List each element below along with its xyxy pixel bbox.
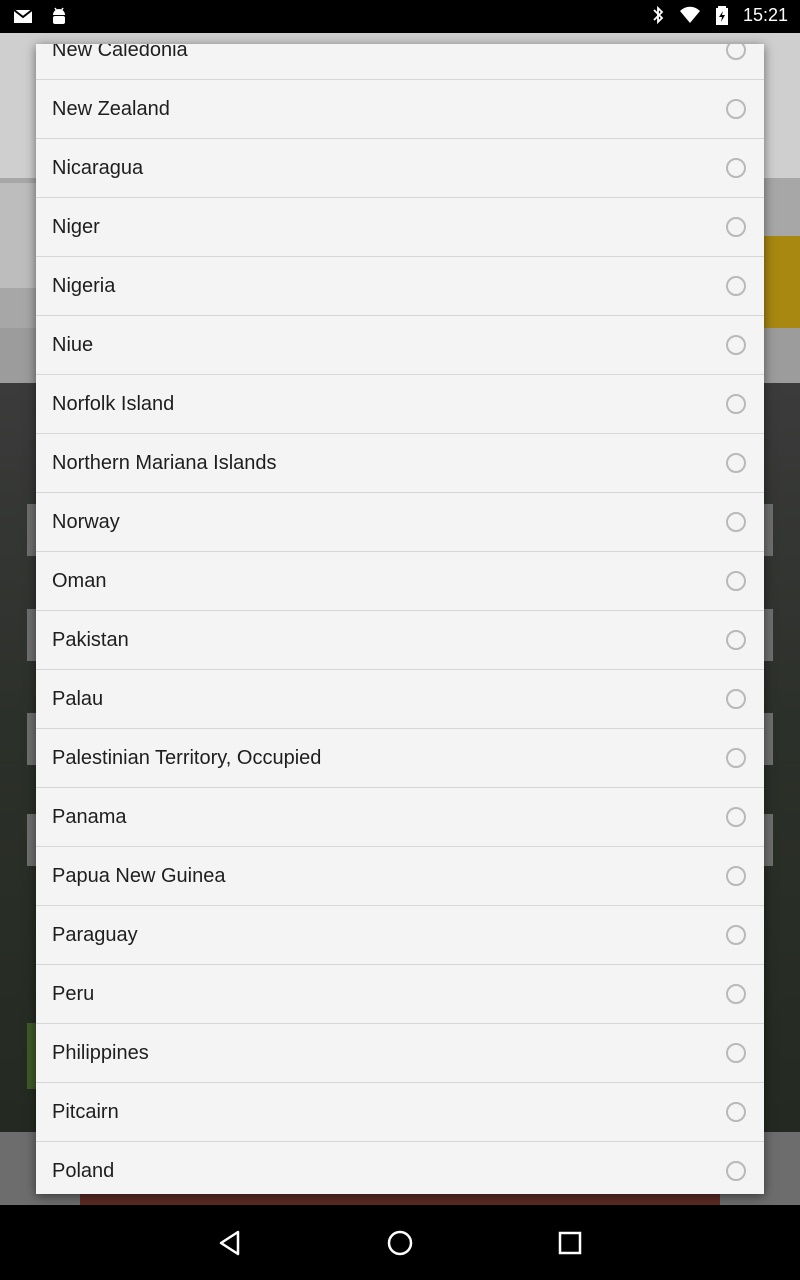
country-option[interactable]: Pitcairn [36,1083,764,1142]
country-option[interactable]: New Caledonia [36,44,764,80]
radio-button[interactable] [726,866,746,886]
android-icon [48,5,70,27]
radio-button[interactable] [726,276,746,296]
country-option[interactable]: Norfolk Island [36,375,764,434]
radio-button[interactable] [726,394,746,414]
radio-button[interactable] [726,571,746,591]
country-option[interactable]: Niger [36,198,764,257]
status-bar: 15:21 [0,0,800,33]
country-option[interactable]: Palau [36,670,764,729]
country-option[interactable]: Nicaragua [36,139,764,198]
country-option-label: Peru [52,982,95,1005]
country-option-label: Nicaragua [52,156,144,179]
country-option-label: Pakistan [52,628,129,651]
country-option[interactable]: Paraguay [36,906,764,965]
radio-button[interactable] [726,512,746,532]
navigation-bar [0,1205,800,1280]
country-option-label: Niger [52,215,100,238]
radio-button[interactable] [726,158,746,178]
country-option[interactable]: Norway [36,493,764,552]
radio-button[interactable] [726,99,746,119]
country-option-label: Norway [52,510,120,533]
country-select-dialog[interactable]: New Caledonia New Zealand Nicaragua Niger Ni… [36,44,764,1194]
radio-button[interactable] [726,1161,746,1181]
radio-button[interactable] [726,689,746,709]
country-option[interactable]: Niue [36,316,764,375]
country-option[interactable]: Papua New Guinea [36,847,764,906]
radio-button[interactable] [726,1043,746,1063]
radio-button[interactable] [726,453,746,473]
radio-button[interactable] [726,807,746,827]
country-option-label: New Zealand [52,97,170,120]
wifi-icon [679,4,701,26]
radio-button[interactable] [726,630,746,650]
back-icon[interactable] [214,1227,246,1259]
country-option-label: Palau [52,687,104,710]
country-option-label: Nigeria [52,274,116,297]
country-option-label: Philippines [52,1041,149,1064]
country-option-label: Paraguay [52,923,138,946]
country-option-label: Northern Mariana Islands [52,451,277,474]
country-option-label: Palestinian Territory, Occupied [52,746,322,769]
country-option[interactable]: Peru [36,965,764,1024]
gmail-icon [12,5,34,27]
radio-button[interactable] [726,748,746,768]
country-option-label: Norfolk Island [52,392,175,415]
radio-button[interactable] [726,1102,746,1122]
country-option[interactable]: Oman [36,552,764,611]
country-option-list[interactable]: New Caledonia New Zealand Nicaragua Niger Ni… [36,44,764,1194]
country-option[interactable]: Nigeria [36,257,764,316]
country-option[interactable]: Pakistan [36,611,764,670]
country-option-label: Niue [52,333,94,356]
country-option-label: Poland [52,1159,115,1182]
recents-icon[interactable] [554,1227,586,1259]
country-option-label: Panama [52,805,127,828]
country-option[interactable]: Philippines [36,1024,764,1083]
country-option-label: Oman [52,569,107,592]
country-option[interactable]: Northern Mariana Islands [36,434,764,493]
radio-button[interactable] [726,217,746,237]
radio-button[interactable] [726,335,746,355]
country-option-label: New Caledonia [52,44,188,61]
radio-button[interactable] [726,44,746,60]
country-option[interactable]: Panama [36,788,764,847]
background-image-strip [80,1193,720,1205]
radio-button[interactable] [726,984,746,1004]
country-option-label: Pitcairn [52,1100,119,1123]
country-option[interactable]: Poland [36,1142,764,1194]
country-option[interactable]: New Zealand [36,80,764,139]
status-time: 15:21 [742,4,788,25]
country-option-label: Papua New Guinea [52,864,226,887]
bluetooth-icon [647,4,669,26]
radio-button[interactable] [726,925,746,945]
battery-charging-icon [711,4,733,26]
home-icon[interactable] [384,1227,416,1259]
country-option[interactable]: Palestinian Territory, Occupied [36,729,764,788]
